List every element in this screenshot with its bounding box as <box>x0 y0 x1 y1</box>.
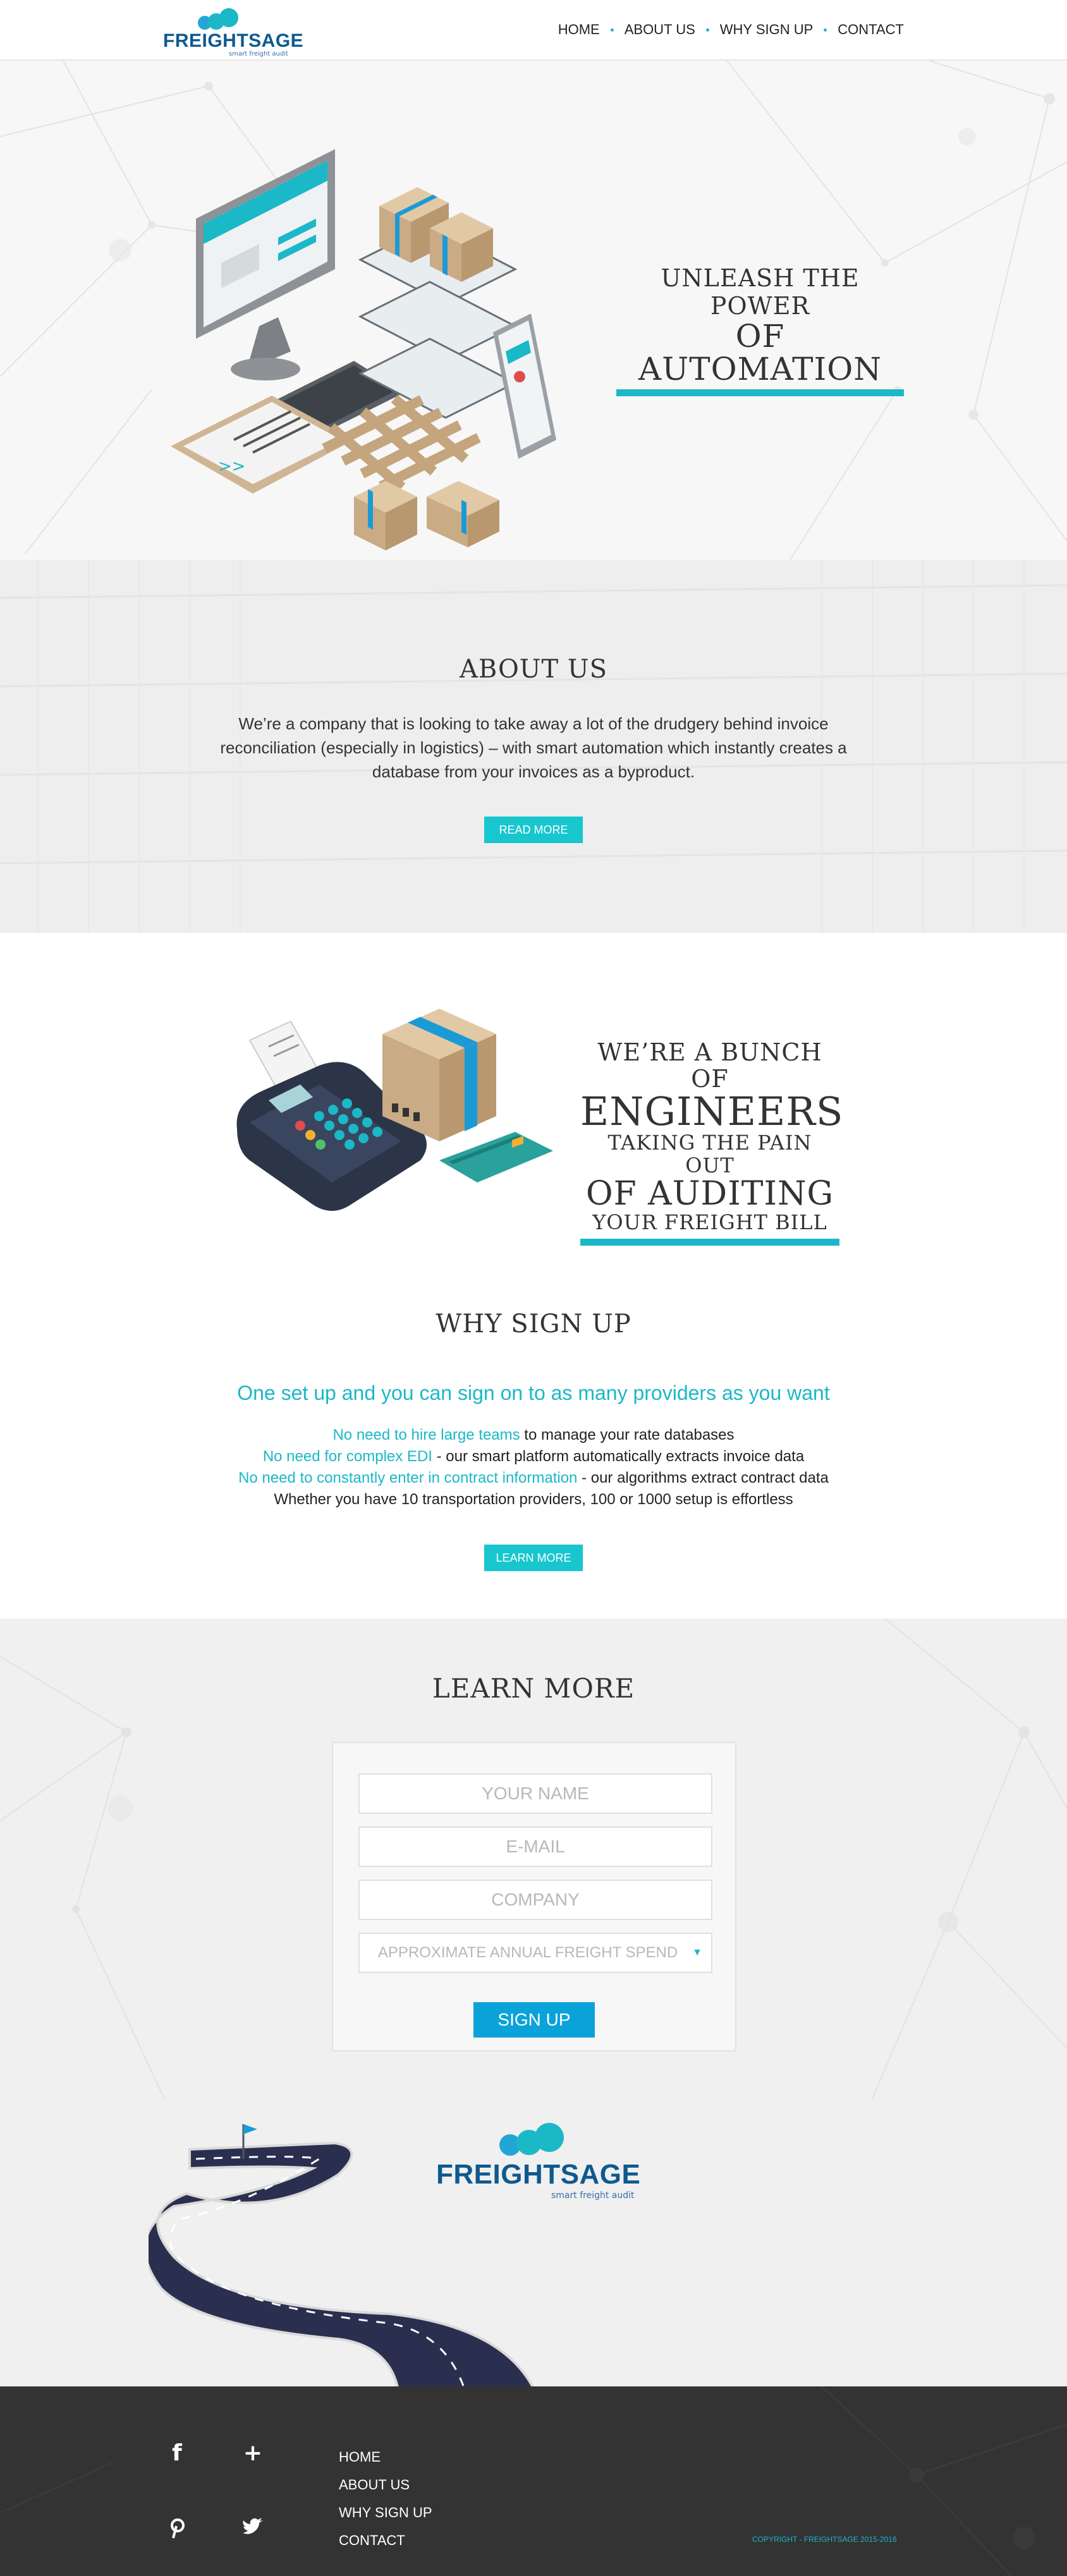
svg-text:>>: >> <box>218 457 246 476</box>
why-point: No need to constantly enter in contract … <box>0 1467 1067 1489</box>
engineers-title: WE’RE A BUNCH OF ENGINEERS TAKING THE PA… <box>580 1038 844 1246</box>
chevron-down-icon: ▼ <box>692 1947 702 1958</box>
nav-why-sign-up[interactable]: WHY SIGN UP <box>720 21 814 38</box>
site-header: FREIGHTSAGE smart freight audit HOME ABO… <box>0 0 1067 61</box>
about-body: We’re a company that is looking to take … <box>220 714 847 781</box>
sign-up-button[interactable]: SIGN UP <box>473 2002 595 2038</box>
engineers-underline <box>580 1239 839 1246</box>
payment-terminal-illustration-icon <box>236 1009 553 1211</box>
plus-icon[interactable]: + <box>240 2441 265 2466</box>
why-point-text: - our smart platform automatically extra… <box>432 1448 805 1465</box>
engineers-section: WE’RE A BUNCH OF ENGINEERS TAKING THE PA… <box>0 933 1067 1261</box>
why-points: No need to hire large teams to manage yo… <box>0 1425 1067 1510</box>
why-sign-up-section: WHY SIGN UP One set up and you can sign … <box>0 1261 1067 1619</box>
why-point-text: to manage your rate databases <box>520 1426 735 1443</box>
company-field[interactable]: COMPANY <box>358 1880 712 1920</box>
hero-title-line2: OF AUTOMATION <box>638 318 882 387</box>
hero-title: UNLEASH THE POWER OF AUTOMATION <box>616 264 904 396</box>
main-nav: HOME ABOUT US WHY SIGN UP CONTACT <box>558 21 904 38</box>
about-section: ABOUT US We’re a company that is looking… <box>0 560 1067 933</box>
pinterest-icon[interactable] <box>164 2515 190 2541</box>
nav-contact[interactable]: CONTACT <box>838 21 904 38</box>
engineers-line5: YOUR FREIGHT BILL <box>592 1210 827 1234</box>
site-footer: f + HOME ABOUT US WHY SIGN UP CONTACT CO… <box>0 2386 1067 2576</box>
brand-tagline: smart freight audit <box>551 2190 635 2201</box>
site-logo[interactable]: FREIGHTSAGE smart freight audit <box>163 6 303 58</box>
signup-form: YOUR NAME E-MAIL COMPANY APPROXIMATE ANN… <box>332 1742 736 2051</box>
why-point-highlight: No need for complex EDI <box>262 1448 432 1465</box>
hero-section: >> UNLEASH THE POWER OF AUTOMATION <box>0 61 1067 560</box>
twitter-icon[interactable] <box>240 2515 265 2541</box>
about-heading: ABOUT US <box>459 655 608 684</box>
engineers-line1: WE’RE A BUNCH OF <box>597 1038 822 1093</box>
engineers-line3: TAKING THE PAIN OUT <box>607 1131 812 1177</box>
why-point: No need for complex EDI - our smart plat… <box>0 1446 1067 1467</box>
logo-name: FREIGHTSAGE <box>163 30 304 51</box>
engineers-line4: OF AUDITING <box>585 1175 834 1213</box>
name-field[interactable]: YOUR NAME <box>358 1773 712 1814</box>
footer-link-about-us[interactable]: ABOUT US <box>339 2471 432 2499</box>
logo-tagline: smart freight audit <box>229 51 288 58</box>
learn-more-button[interactable]: LEARN MORE <box>484 1545 583 1571</box>
learn-heading: LEARN MORE <box>432 1673 635 1704</box>
facebook-icon[interactable]: f <box>164 2441 190 2466</box>
why-point-highlight: No need to constantly enter in contract … <box>238 1469 578 1486</box>
footer-links: HOME ABOUT US WHY SIGN UP CONTACT <box>339 2443 432 2555</box>
hero-title-line1: UNLEASH THE POWER <box>661 264 860 320</box>
nav-about-us[interactable]: ABOUT US <box>625 21 695 38</box>
why-point-text: - our algorithms extract contract data <box>577 1469 829 1486</box>
read-more-button[interactable]: READ MORE <box>484 817 583 843</box>
engineers-line2: ENGINEERS <box>580 1088 844 1134</box>
why-closing: Whether you have 10 transportation provi… <box>274 1491 793 1508</box>
nav-separator <box>610 28 614 32</box>
logo-bubbles-icon <box>198 8 238 30</box>
freight-spend-select[interactable]: APPROXIMATE ANNUAL FREIGHT SPEND ▼ <box>358 1933 712 1973</box>
hero-title-underline <box>616 389 904 396</box>
nav-separator <box>824 28 827 32</box>
automation-illustration-icon: >> <box>171 149 556 550</box>
footer-link-contact[interactable]: CONTACT <box>339 2527 432 2555</box>
footer-brand-logo: FREIGHTSAGE smart freight audit <box>436 2121 640 2209</box>
why-point: No need to hire large teams to manage yo… <box>0 1425 1067 1446</box>
copyright-text: COPYRIGHT - FREIGHTSAGE 2015-2016 <box>752 2535 897 2544</box>
footer-link-home[interactable]: HOME <box>339 2443 432 2471</box>
why-lead: One set up and you can sign on to as man… <box>237 1382 830 1404</box>
footer-link-why-sign-up[interactable]: WHY SIGN UP <box>339 2499 432 2527</box>
email-field[interactable]: E-MAIL <box>358 1826 712 1867</box>
network-background <box>0 2386 1067 2576</box>
logo-bubbles-icon <box>499 2123 564 2156</box>
nav-home[interactable]: HOME <box>558 21 600 38</box>
nav-separator <box>705 28 709 32</box>
freight-spend-value: APPROXIMATE ANNUAL FREIGHT SPEND <box>377 1944 678 1961</box>
why-point-highlight: No need to hire large teams <box>332 1426 520 1443</box>
learn-more-section: LEARN MORE YOUR NAME E-MAIL COMPANY APPR… <box>0 1619 1067 2386</box>
why-heading: WHY SIGN UP <box>436 1309 631 1339</box>
brand-name: FREIGHTSAGE <box>436 2159 641 2190</box>
